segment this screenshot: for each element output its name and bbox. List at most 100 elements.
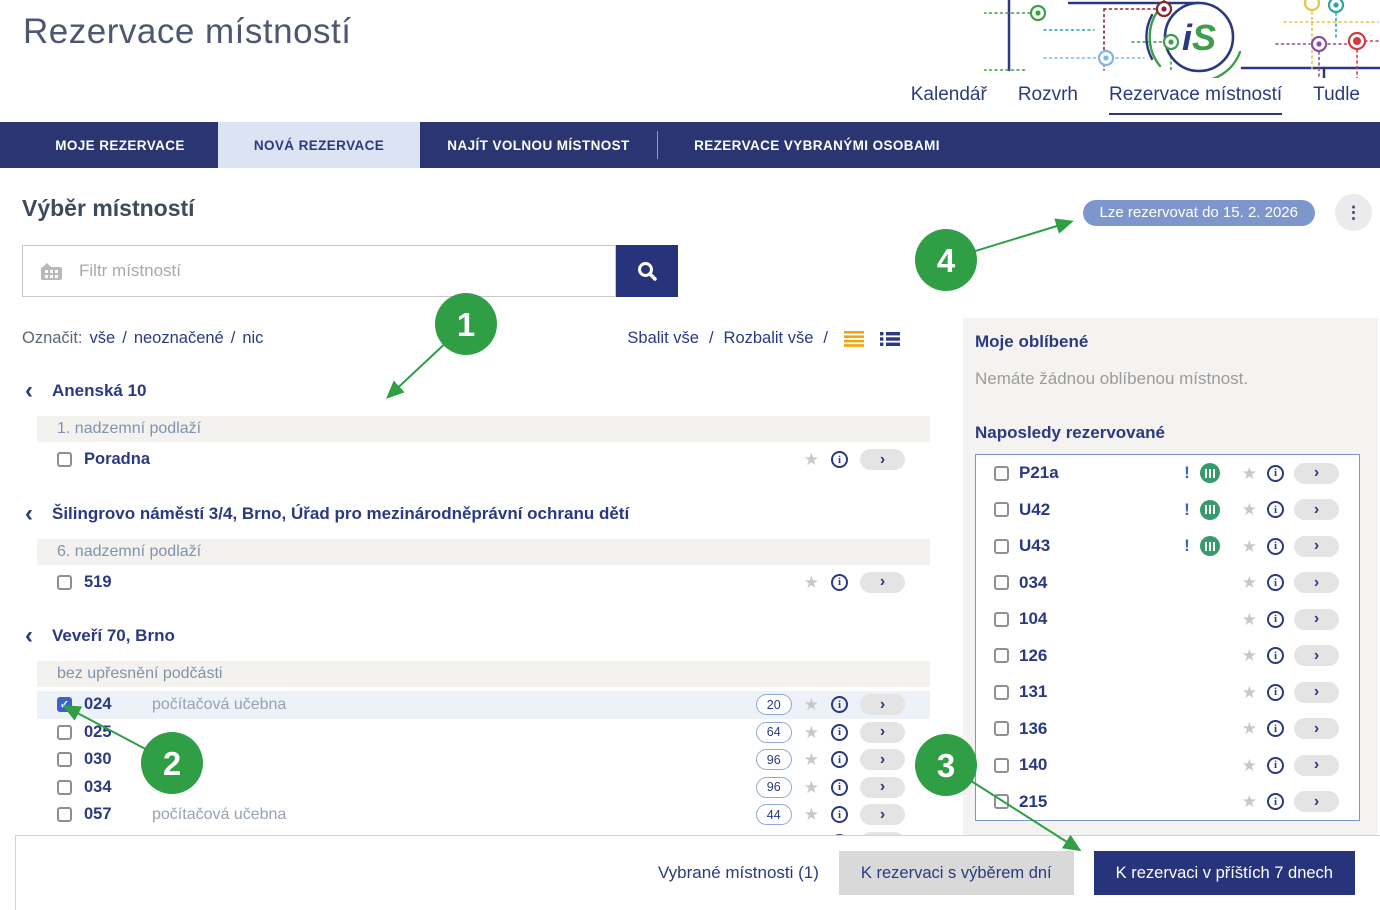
reserve-next7-button[interactable]: K rezervaci v příštích 7 dnech	[1094, 851, 1355, 895]
favorite-star-icon[interactable]: ★	[1242, 793, 1257, 810]
room-filter-input[interactable]	[79, 246, 615, 296]
open-room-arrow-button[interactable]: ›	[860, 749, 905, 770]
info-icon[interactable]: i	[1267, 574, 1284, 591]
top-nav-link-tudle[interactable]: Tudle	[1313, 84, 1360, 115]
info-icon[interactable]: i	[831, 779, 848, 796]
recent-room-checkbox[interactable]	[994, 539, 1009, 554]
info-icon[interactable]: i	[1267, 793, 1284, 810]
favorite-star-icon[interactable]: ★	[804, 806, 819, 823]
room-checkbox[interactable]	[57, 575, 72, 590]
chevron-collapse-icon[interactable]: ‹	[25, 380, 33, 402]
top-nav-link-rezervace-m-stnost[interactable]: Rezervace místností	[1109, 84, 1282, 115]
recent-room-checkbox[interactable]	[994, 685, 1009, 700]
info-icon[interactable]: i	[1267, 501, 1284, 518]
info-icon[interactable]: i	[831, 696, 848, 713]
info-icon[interactable]: i	[1267, 611, 1284, 628]
favorite-star-icon[interactable]: ★	[1242, 465, 1257, 482]
favorite-star-icon[interactable]: ★	[1242, 684, 1257, 701]
info-icon[interactable]: i	[1267, 720, 1284, 737]
room-checkbox[interactable]	[57, 752, 72, 767]
favorite-star-icon[interactable]: ★	[1242, 538, 1257, 555]
alert-exclamation-icon: !	[1184, 463, 1190, 483]
tab-moje-rezervace[interactable]: MOJE REZERVACE	[22, 122, 218, 168]
open-room-arrow-button[interactable]: ›	[1294, 645, 1339, 666]
page-title: Rezervace místností	[23, 12, 352, 52]
favorite-star-icon[interactable]: ★	[1242, 501, 1257, 518]
open-room-arrow-button[interactable]: ›	[1294, 755, 1339, 776]
selected-rooms-link[interactable]: Vybrané místnosti (1)	[658, 863, 819, 883]
room-checkbox[interactable]	[57, 780, 72, 795]
info-icon[interactable]: i	[831, 806, 848, 823]
chevron-collapse-icon[interactable]: ‹	[25, 503, 33, 525]
favorite-star-icon[interactable]: ★	[804, 451, 819, 468]
open-room-arrow-button[interactable]: ›	[1294, 791, 1339, 812]
reserve-pick-days-button[interactable]: K rezervaci s výběrem dní	[839, 851, 1074, 895]
open-room-arrow-button[interactable]: ›	[1294, 536, 1339, 557]
chevron-collapse-icon[interactable]: ‹	[25, 625, 33, 647]
info-icon[interactable]: i	[1267, 465, 1284, 482]
building-header: ‹Šilingrovo náměstí 3/4, Brno, Úřad pro …	[25, 501, 930, 527]
info-icon[interactable]: i	[1267, 647, 1284, 664]
info-icon[interactable]: i	[831, 724, 848, 741]
open-room-arrow-button[interactable]: ›	[860, 694, 905, 715]
info-icon[interactable]: i	[831, 574, 848, 591]
room-reservation-page: iS Rezervace místností KalendářRozvrhRez…	[0, 0, 1380, 910]
favorite-star-icon[interactable]: ★	[1242, 574, 1257, 591]
info-icon[interactable]: i	[1267, 538, 1284, 555]
tab-nov-rezervace[interactable]: NOVÁ REZERVACE	[218, 122, 420, 168]
open-room-arrow-button[interactable]: ›	[860, 449, 905, 470]
recent-room-checkbox[interactable]	[994, 502, 1009, 517]
room-checkbox[interactable]	[57, 807, 72, 822]
tab-rezervace-vybran-mi-osobami[interactable]: REZERVACE VYBRANÝMI OSOBAMI	[658, 122, 976, 168]
tab-naj-t-volnou-m-stnost[interactable]: NAJÍT VOLNOU MÍSTNOST	[420, 122, 657, 168]
expand-all-link[interactable]: Rozbalit vše	[724, 329, 814, 348]
favorite-star-icon[interactable]: ★	[804, 751, 819, 768]
open-room-arrow-button[interactable]: ›	[1294, 718, 1339, 739]
recent-room-checkbox[interactable]	[994, 721, 1009, 736]
recent-room-checkbox[interactable]	[994, 648, 1009, 663]
search-button[interactable]	[616, 245, 678, 297]
recent-room-checkbox[interactable]	[994, 466, 1009, 481]
open-room-arrow-button[interactable]: ›	[1294, 609, 1339, 630]
open-room-arrow-button[interactable]: ›	[1294, 572, 1339, 593]
favorite-star-icon[interactable]: ★	[1242, 757, 1257, 774]
favorite-star-icon[interactable]: ★	[804, 779, 819, 796]
favorite-star-icon[interactable]: ★	[1242, 720, 1257, 737]
detailed-list-view-icon[interactable]	[880, 331, 900, 347]
recent-room-checkbox[interactable]	[994, 794, 1009, 809]
open-room-arrow-button[interactable]: ›	[1294, 463, 1339, 484]
info-icon[interactable]: i	[831, 751, 848, 768]
recent-room-checkbox[interactable]	[994, 758, 1009, 773]
recent-room-checkbox[interactable]	[994, 612, 1009, 627]
collapse-all-link[interactable]: Sbalit vše	[627, 329, 699, 348]
room-checkbox[interactable]	[57, 452, 72, 467]
top-nav-link-kalend[interactable]: Kalendář	[911, 84, 987, 115]
open-room-arrow-button[interactable]: ›	[860, 572, 905, 593]
top-nav-link-rozvrh[interactable]: Rozvrh	[1018, 84, 1078, 115]
capacity-badge: 96	[756, 777, 792, 798]
open-room-arrow-button[interactable]: ›	[860, 804, 905, 825]
favorite-star-icon[interactable]: ★	[804, 574, 819, 591]
mark-link-nic[interactable]: nic	[242, 329, 263, 348]
info-icon[interactable]: i	[1267, 684, 1284, 701]
mark-link-v-e[interactable]: vše	[90, 329, 116, 348]
open-room-arrow-button[interactable]: ›	[860, 722, 905, 743]
open-room-arrow-button[interactable]: ›	[1294, 499, 1339, 520]
favorites-heading: Moje oblíbené	[975, 332, 1378, 352]
room-checkbox[interactable]	[57, 725, 72, 740]
favorite-star-icon[interactable]: ★	[804, 696, 819, 713]
compact-view-icon[interactable]	[844, 331, 864, 347]
room-checkbox[interactable]: ✓	[57, 697, 72, 712]
open-room-arrow-button[interactable]: ›	[1294, 682, 1339, 703]
more-options-button[interactable]: ⋮	[1335, 194, 1372, 231]
mark-link-neozna-en[interactable]: neoznačené	[134, 329, 224, 348]
open-room-arrow-button[interactable]: ›	[860, 777, 905, 798]
recent-room-checkbox[interactable]	[994, 575, 1009, 590]
reservable-until-badge: Lze rezervovat do 15. 2. 2026	[1083, 200, 1315, 226]
mark-separator: /	[231, 329, 236, 348]
info-icon[interactable]: i	[831, 451, 848, 468]
favorite-star-icon[interactable]: ★	[804, 724, 819, 741]
favorite-star-icon[interactable]: ★	[1242, 647, 1257, 664]
info-icon[interactable]: i	[1267, 757, 1284, 774]
favorite-star-icon[interactable]: ★	[1242, 611, 1257, 628]
